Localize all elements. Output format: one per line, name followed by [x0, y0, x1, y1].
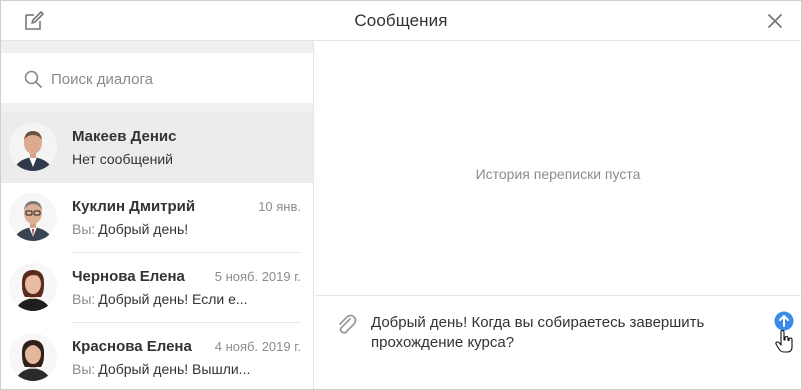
avatar [9, 333, 57, 381]
search-input[interactable] [51, 66, 291, 92]
dialog-name: Куклин Дмитрий [72, 198, 196, 215]
dialog-item-makeev[interactable]: Макеев Денис Нет сообщений [1, 113, 313, 183]
avatar [9, 193, 57, 241]
message-input[interactable]: Добрый день! Когда вы собираетесь заверш… [371, 313, 761, 353]
dialog-preview: Вы: Добрый день! Если е... [72, 291, 262, 307]
dialog-name: Краснова Елена [72, 338, 192, 355]
search-bar [1, 53, 313, 103]
paperclip-icon[interactable] [335, 312, 357, 336]
you-prefix: Вы: [72, 361, 96, 377]
dialog-preview: Нет сообщений [72, 151, 262, 167]
dialog-date: 5 нояб. 2019 г. [214, 269, 301, 284]
header: Сообщения [1, 1, 801, 41]
send-arrow-icon[interactable] [774, 311, 794, 331]
panel-divider [1, 41, 313, 53]
search-icon [24, 70, 42, 88]
dialog-preview: Вы: Добрый день! [72, 221, 262, 237]
dialog-date: 4 нояб. 2019 г. [214, 339, 301, 354]
you-prefix: Вы: [72, 221, 96, 237]
dialog-date: 10 янв. [258, 199, 301, 214]
hand-cursor-icon [775, 329, 795, 354]
dialog-list-panel: Макеев Денис Нет сообщений Куклин Дмитри… [1, 41, 314, 389]
page-title: Сообщения [354, 11, 448, 30]
avatar [9, 263, 57, 311]
conversation-panel: История переписки пуста Добрый день! Ког… [315, 41, 801, 389]
message-composer: Добрый день! Когда вы собираетесь заверш… [315, 295, 801, 389]
dialog-name: Макеев Денис [72, 128, 177, 145]
you-prefix: Вы: [72, 291, 96, 307]
dialog-item-krasnova[interactable]: Краснова Елена 4 нояб. 2019 г. Вы: Добрый… [1, 323, 313, 389]
empty-history-text: История переписки пуста [475, 166, 641, 182]
preview-text: Добрый день! Вышли... [98, 361, 251, 377]
preview-text: Нет сообщений [72, 151, 174, 167]
close-icon[interactable] [765, 11, 785, 31]
panel-divider [1, 103, 313, 113]
preview-text: Добрый день! [98, 221, 189, 237]
dialog-item-kuklin[interactable]: Куклин Дмитрий 10 янв. Вы: Добрый день! [1, 183, 313, 253]
messages-window: Сообщения Поиск диалога Макеев Денис Нет… [0, 0, 802, 390]
dialog-name: Чернова Елена [72, 268, 185, 285]
preview-text: Добрый день! Если е... [98, 291, 248, 307]
dialog-preview: Вы: Добрый день! Вышли... [72, 361, 262, 377]
avatar [9, 123, 57, 171]
dialog-item-chernova[interactable]: Чернова Елена 5 нояб. 2019 г. Вы: Добрый … [1, 253, 313, 323]
